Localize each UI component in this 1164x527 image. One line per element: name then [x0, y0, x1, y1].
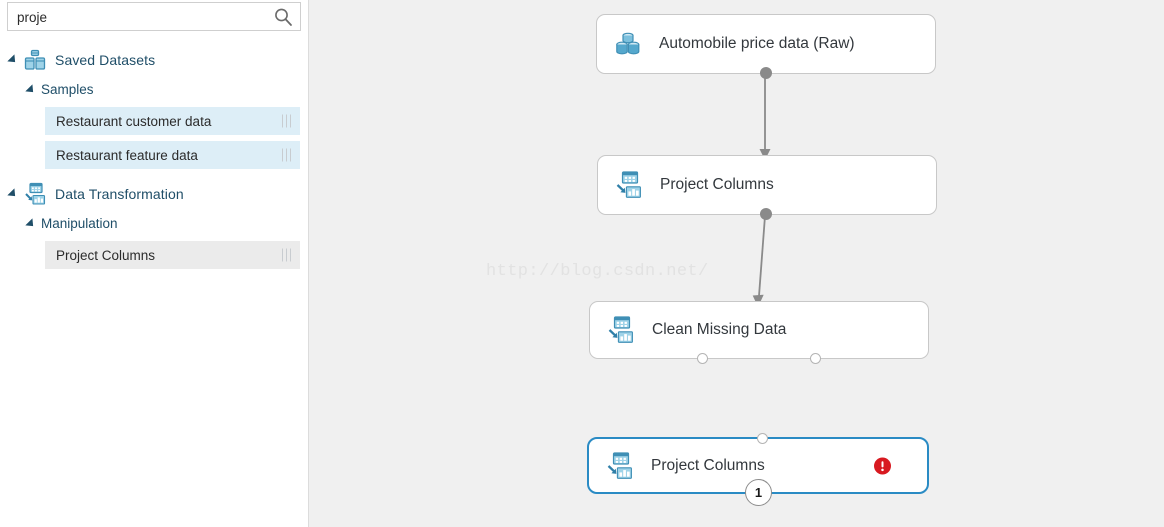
node-output-port[interactable]: [760, 67, 772, 79]
data-transformation-icon: [23, 182, 47, 206]
search-input[interactable]: proje: [17, 9, 47, 26]
canvas-node-automobile-price-data-raw[interactable]: Automobile price data (Raw): [596, 14, 936, 79]
tree-subgroup-label: Samples: [41, 82, 94, 97]
data-transformation-icon: [614, 170, 644, 200]
experiment-items-sidebar: proje Saved Datasets Samples Restaurant …: [0, 0, 309, 527]
canvas-node-clean-missing-data[interactable]: Clean Missing Data: [589, 301, 929, 364]
list-item-label: Project Columns: [56, 247, 156, 263]
node-count-badge: 1: [745, 479, 772, 506]
connector-line: [758, 215, 766, 297]
list-item-project-columns[interactable]: Project Columns: [45, 241, 300, 269]
error-icon[interactable]: [874, 457, 891, 474]
drag-handle-icon[interactable]: [282, 114, 291, 128]
tree-group-manipulation[interactable]: Manipulation: [25, 216, 118, 231]
search-box[interactable]: proje: [7, 2, 301, 31]
search-icon[interactable]: [273, 7, 294, 28]
list-item-label: Restaurant customer data: [56, 113, 212, 129]
dataset-icon: [613, 29, 643, 59]
list-item-label: Restaurant feature data: [56, 147, 198, 163]
canvas-node-project-columns-1[interactable]: Project Columns: [597, 155, 937, 220]
canvas-node-label: Clean Missing Data: [652, 321, 787, 338]
node-output-port[interactable]: [810, 353, 821, 364]
drag-handle-icon[interactable]: [282, 148, 291, 162]
tree-group-label: Data Transformation: [55, 186, 184, 202]
drag-handle-icon[interactable]: [282, 248, 291, 262]
list-item-restaurant-feature-data[interactable]: Restaurant feature data: [45, 141, 300, 169]
canvas-node-label: Automobile price data (Raw): [659, 35, 855, 52]
tree-subgroup-label: Manipulation: [41, 216, 118, 231]
canvas-node-label: Project Columns: [651, 456, 765, 474]
node-input-port[interactable]: [757, 433, 768, 444]
chevron-expanded-icon[interactable]: [25, 217, 37, 230]
list-item-restaurant-customer-data[interactable]: Restaurant customer data: [45, 107, 300, 135]
chevron-expanded-icon[interactable]: [7, 188, 19, 200]
chevron-expanded-icon[interactable]: [7, 54, 19, 66]
node-output-port[interactable]: [760, 208, 772, 220]
watermark-text: http://blog.csdn.net/: [486, 262, 709, 281]
tree-group-samples[interactable]: Samples: [25, 82, 94, 97]
data-transformation-icon: [605, 451, 635, 481]
datasets-icon: [23, 48, 47, 72]
node-output-port[interactable]: [697, 353, 708, 364]
chevron-expanded-icon[interactable]: [25, 83, 37, 96]
tree-group-data-transformation[interactable]: Data Transformation: [7, 182, 184, 206]
canvas-node-project-columns-2[interactable]: Project Columns 1: [587, 433, 929, 506]
tree-group-saved-datasets[interactable]: Saved Datasets: [7, 48, 156, 72]
experiment-canvas[interactable]: http://blog.csdn.net/ Automobile price d…: [310, 0, 1164, 527]
tree-group-label: Saved Datasets: [55, 52, 156, 68]
canvas-node-label: Project Columns: [660, 176, 774, 193]
data-transformation-icon: [606, 315, 636, 345]
